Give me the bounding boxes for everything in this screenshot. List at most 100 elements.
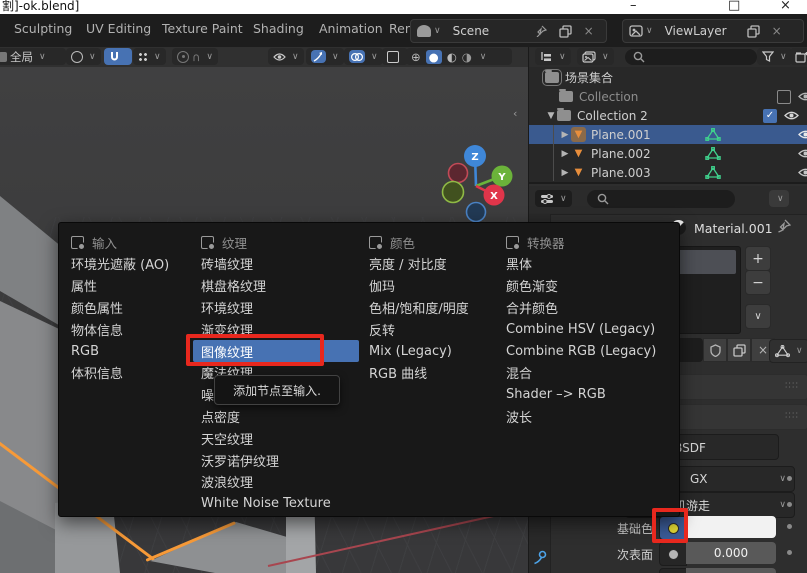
menu-item[interactable]: 黑体	[498, 253, 674, 275]
snap-with-dropdown[interactable]: ∨	[133, 48, 166, 65]
collapse-caret-icon[interactable]: ▶	[559, 168, 571, 178]
collapse-caret-icon[interactable]: ▶	[559, 149, 571, 159]
menu-item[interactable]: 混合	[498, 362, 674, 384]
outliner-row-scene-collection[interactable]: 场景集合	[529, 68, 807, 87]
expand-caret-icon[interactable]: ▼	[545, 111, 557, 121]
gizmos-dropdown[interactable]: ∨	[268, 48, 304, 65]
menu-item[interactable]: Shader –> RGB	[498, 384, 674, 406]
scene-selector[interactable]: ∨ Scene ×	[410, 19, 607, 43]
collapse-caret-icon[interactable]: ▶	[559, 130, 571, 140]
menu-item[interactable]: 体积信息	[63, 362, 191, 384]
animate-dot[interactable]	[787, 524, 792, 529]
node-tree-dropdown[interactable]: ∨	[769, 339, 807, 363]
properties-search-input[interactable]	[587, 190, 735, 208]
menu-item[interactable]: White Noise Texture	[193, 493, 359, 515]
menu-item[interactable]: 棋盘格纹理	[193, 275, 359, 297]
menu-item[interactable]: 物体信息	[63, 318, 191, 340]
pivot-point-dropdown[interactable]: ∨	[66, 48, 101, 65]
viewlayer-icon[interactable]: ∨	[623, 20, 659, 42]
remove-slot-button[interactable]: −	[745, 270, 771, 295]
menu-item[interactable]: 沃罗诺伊纹理	[193, 449, 359, 471]
proportional-edit-toggle[interactable]: ∩∨	[172, 48, 218, 65]
panel-grip-icon[interactable]: ········	[785, 412, 799, 420]
overlays-dropdown[interactable]: ∨	[306, 48, 344, 65]
menu-item[interactable]: Combine RGB (Legacy)	[498, 340, 674, 362]
add-slot-button[interactable]: +	[745, 246, 771, 271]
menu-item[interactable]: RGB 曲线	[361, 362, 495, 384]
rendered-shading-icon[interactable]: ◑	[462, 50, 472, 64]
tab-texture-paint[interactable]: Texture Paint	[162, 21, 243, 36]
minimize-button[interactable]: –	[630, 0, 637, 13]
outliner-filter-dropdown[interactable]: ∨	[757, 48, 792, 65]
scene-icon[interactable]: ∨	[411, 20, 447, 42]
menu-item[interactable]: 颜色渐变	[498, 275, 674, 297]
outliner-row-plane001[interactable]: ▶ ▼ Plane.001	[529, 125, 807, 144]
scene-unlink-icon[interactable]: ×	[578, 20, 600, 42]
physics-tab-icon[interactable]	[533, 550, 548, 565]
eye-icon[interactable]	[784, 110, 799, 121]
eye-icon[interactable]	[798, 91, 807, 102]
tab-shading[interactable]: Shading	[253, 21, 304, 36]
pin-icon[interactable]	[777, 219, 791, 233]
animate-dot[interactable]	[787, 476, 792, 481]
menu-item[interactable]: RGB	[63, 340, 191, 362]
menu-item[interactable]: 环境纹理	[193, 297, 359, 319]
menu-item[interactable]: 合并颜色	[498, 297, 674, 319]
outliner-filter-id-dropdown[interactable]: ∨	[577, 48, 614, 65]
snap-toggle[interactable]	[104, 48, 132, 65]
viewlayer-copy-icon[interactable]	[741, 20, 766, 42]
menu-item[interactable]: 亮度 / 对比度	[361, 253, 495, 275]
shading-dropdown-icon[interactable]: ∨	[480, 52, 487, 62]
xray-dropdown[interactable]: ∨	[344, 48, 383, 65]
base-color-swatch[interactable]	[686, 516, 776, 538]
menu-item[interactable]: 反转	[361, 318, 495, 340]
subsurface-radius-socket-button[interactable]	[659, 568, 687, 573]
viewlayer-name[interactable]: ViewLayer	[659, 20, 741, 42]
subsurface-radius-field[interactable]: 1.000	[686, 568, 776, 573]
transform-orientation-dropdown[interactable]: 全局∨	[0, 48, 66, 65]
menu-item[interactable]: 环境光遮蔽 (AO)	[63, 253, 191, 275]
scene-copy-icon[interactable]	[553, 20, 578, 42]
navigation-gizmo[interactable]: Z Y X	[432, 105, 524, 223]
collection-checkbox[interactable]	[777, 90, 791, 104]
menu-item[interactable]: Mix (Legacy)	[361, 340, 495, 362]
viewlayer-remove-icon[interactable]: ×	[766, 20, 788, 42]
menu-item[interactable]: 色相/饱和度/明度	[361, 297, 495, 319]
menu-item[interactable]: 伽玛	[361, 275, 495, 297]
menu-item[interactable]: 波长	[498, 406, 674, 428]
solid-shading-icon[interactable]: ●	[426, 50, 442, 64]
panel-grip-icon[interactable]: ········	[785, 382, 799, 390]
menu-item[interactable]: 颜色属性	[63, 297, 191, 319]
maximize-button[interactable]: □	[728, 0, 740, 13]
region-collapse-icon[interactable]: ‹	[513, 107, 517, 120]
scene-name[interactable]: Scene	[447, 20, 529, 42]
outliner-row-plane003[interactable]: ▶ ▼ Plane.003	[529, 163, 807, 182]
menu-item[interactable]: 点密度	[193, 406, 359, 428]
material-shading-icon[interactable]: ◐	[447, 50, 457, 64]
subsurface-value-field[interactable]: 0.000	[686, 542, 776, 564]
animate-dot[interactable]	[787, 502, 792, 507]
copy-icon[interactable]	[727, 338, 751, 362]
menu-item[interactable]: 天空纹理	[193, 427, 359, 449]
fake-user-shield-icon[interactable]	[703, 338, 727, 362]
menu-item[interactable]: Combine HSV (Legacy)	[498, 318, 674, 340]
outliner-row-collection2[interactable]: ▼ Collection 2 ✓	[529, 106, 807, 125]
animate-dot[interactable]	[787, 550, 792, 555]
display-mode-dropdown[interactable]: ∨	[535, 48, 571, 65]
eye-icon[interactable]	[798, 129, 807, 140]
menu-item[interactable]: 砖墙纹理	[193, 253, 359, 275]
properties-options-dropdown[interactable]: ∨	[769, 190, 789, 207]
pin-icon[interactable]	[529, 20, 553, 42]
viewlayer-selector[interactable]: ∨ ViewLayer ×	[622, 19, 804, 43]
new-collection-button[interactable]	[790, 48, 807, 65]
menu-item[interactable]: 波浪纹理	[193, 471, 359, 493]
tab-sculpting[interactable]: Sculpting	[14, 21, 72, 36]
outliner-row-collection[interactable]: Collection	[529, 87, 807, 106]
render-passes-icon[interactable]	[382, 48, 408, 65]
collection2-checkbox[interactable]: ✓	[763, 109, 777, 123]
tab-uv-editing[interactable]: UV Editing	[86, 21, 151, 36]
eye-icon[interactable]	[798, 167, 807, 178]
eye-icon[interactable]	[798, 148, 807, 159]
subsurface-socket-button[interactable]	[659, 542, 687, 566]
slot-specials-dropdown[interactable]: ∨	[745, 304, 771, 329]
